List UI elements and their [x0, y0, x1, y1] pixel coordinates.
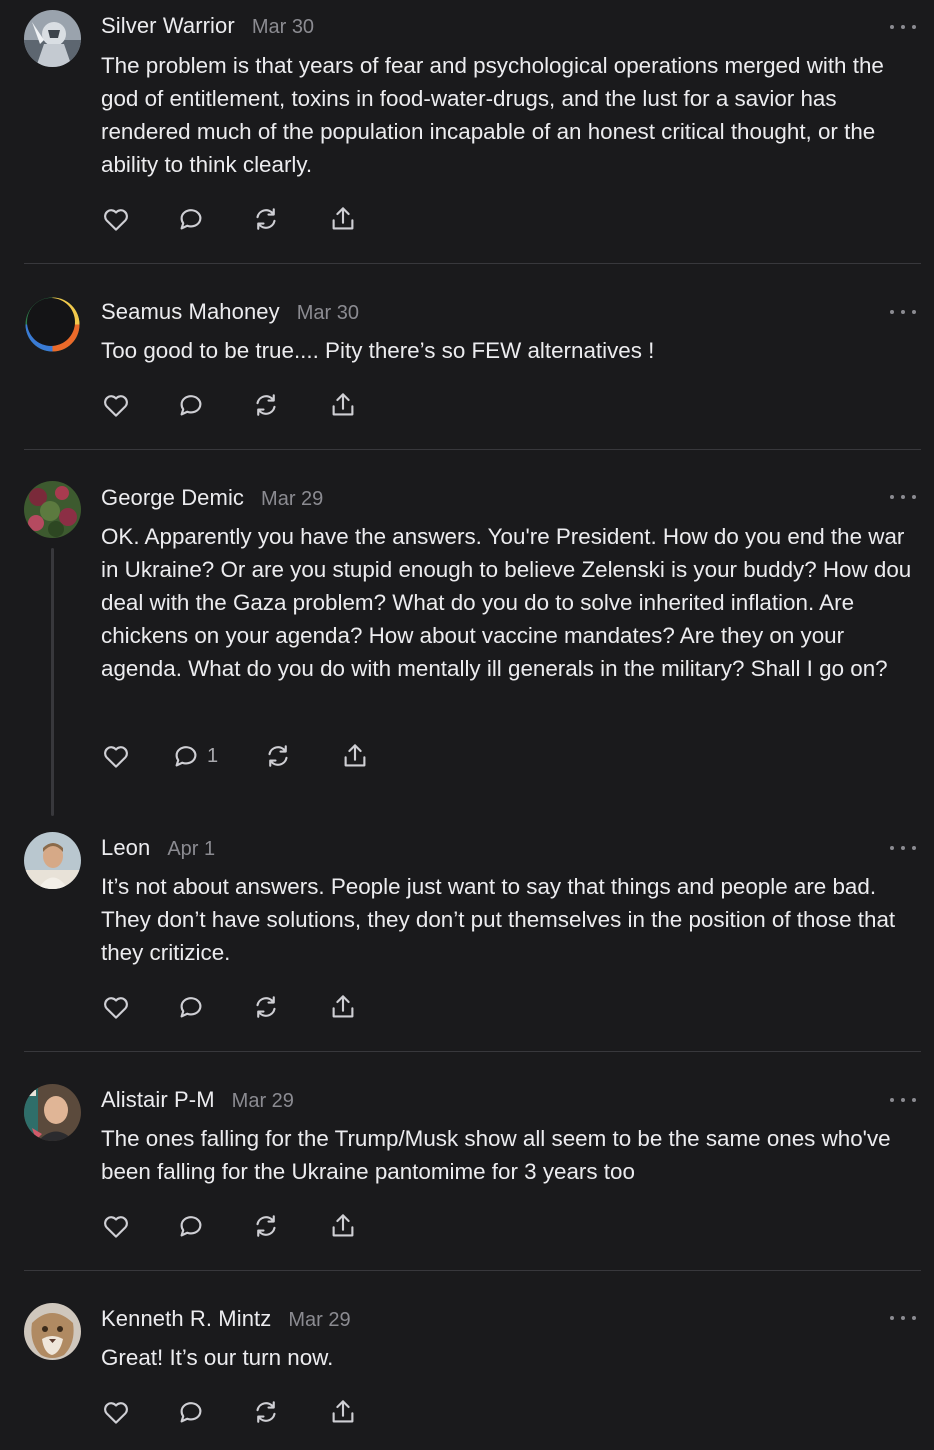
- more-options-icon[interactable]: [890, 306, 916, 318]
- comment-date[interactable]: Mar 29: [232, 1090, 294, 1113]
- more-options-icon[interactable]: [890, 1312, 916, 1324]
- share-icon: [328, 1211, 358, 1241]
- restack-button[interactable]: [251, 1211, 281, 1241]
- comment-bubble-icon: [171, 741, 201, 771]
- comment-bubble-icon: [176, 992, 206, 1022]
- more-options-icon[interactable]: [890, 1094, 916, 1106]
- like-button[interactable]: [101, 992, 131, 1022]
- restack-icon: [263, 741, 293, 771]
- avatar[interactable]: [24, 481, 81, 538]
- restack-button[interactable]: [251, 390, 281, 420]
- comment-date[interactable]: Apr 1: [167, 838, 215, 861]
- restack-button[interactable]: [263, 741, 293, 771]
- author-name[interactable]: Kenneth R. Mintz: [101, 1306, 271, 1332]
- restack-icon: [251, 1211, 281, 1241]
- divider: [24, 1051, 921, 1052]
- share-icon: [328, 992, 358, 1022]
- divider: [24, 1270, 921, 1271]
- author-name[interactable]: Alistair P-M: [101, 1087, 215, 1113]
- restack-icon: [251, 390, 281, 420]
- reply-button[interactable]: [176, 390, 206, 420]
- divider: [24, 449, 921, 450]
- reply-button[interactable]: 1: [171, 741, 218, 771]
- divider: [24, 263, 921, 264]
- heart-icon: [101, 1397, 131, 1427]
- reply-button[interactable]: [176, 992, 206, 1022]
- heart-icon: [101, 1211, 131, 1241]
- share-button[interactable]: [328, 390, 358, 420]
- restack-button[interactable]: [251, 1397, 281, 1427]
- avatar[interactable]: [24, 296, 81, 353]
- comment-bubble-icon: [176, 390, 206, 420]
- comment-text: Great! It’s our turn now.: [101, 1345, 334, 1370]
- share-button[interactable]: [328, 1397, 358, 1427]
- heart-icon: [101, 992, 131, 1022]
- share-icon: [340, 741, 370, 771]
- comment-date[interactable]: Mar 30: [297, 302, 359, 325]
- share-icon: [328, 390, 358, 420]
- comment-bubble-icon: [176, 204, 206, 234]
- like-button[interactable]: [101, 204, 131, 234]
- author-name[interactable]: Seamus Mahoney: [101, 299, 280, 325]
- reply-button[interactable]: [176, 1397, 206, 1427]
- share-button[interactable]: [340, 741, 370, 771]
- comment-date[interactable]: Mar 29: [261, 488, 323, 511]
- like-button[interactable]: [101, 741, 131, 771]
- restack-icon: [251, 1397, 281, 1427]
- share-button[interactable]: [328, 992, 358, 1022]
- avatar[interactable]: [24, 1303, 81, 1360]
- comment-date[interactable]: Mar 30: [252, 16, 314, 39]
- avatar[interactable]: [24, 1084, 81, 1141]
- comment-text: The ones falling for the Trump/Musk show…: [101, 1126, 891, 1185]
- reply-button[interactable]: [176, 1211, 206, 1241]
- like-button[interactable]: [101, 390, 131, 420]
- comment-bubble-icon: [176, 1211, 206, 1241]
- comment-text: OK. Apparently you have the answers. You…: [101, 524, 912, 682]
- more-options-icon[interactable]: [890, 21, 916, 33]
- restack-icon: [251, 204, 281, 234]
- reply-count: 1: [207, 744, 219, 767]
- comment-text: It’s not about answers. People just want…: [101, 874, 896, 966]
- share-button[interactable]: [328, 1211, 358, 1241]
- restack-button[interactable]: [251, 992, 281, 1022]
- restack-button[interactable]: [251, 204, 281, 234]
- reply-button[interactable]: [176, 204, 206, 234]
- author-name[interactable]: George Demic: [101, 485, 244, 511]
- like-button[interactable]: [101, 1211, 131, 1241]
- share-button[interactable]: [328, 204, 358, 234]
- thread-line: [51, 548, 54, 816]
- heart-icon: [101, 390, 131, 420]
- share-icon: [328, 204, 358, 234]
- like-button[interactable]: [101, 1397, 131, 1427]
- more-options-icon[interactable]: [890, 491, 916, 503]
- share-icon: [328, 1397, 358, 1427]
- heart-icon: [101, 741, 131, 771]
- heart-icon: [101, 204, 131, 234]
- author-name[interactable]: Silver Warrior: [101, 13, 235, 39]
- more-options-icon[interactable]: [890, 842, 916, 854]
- comment-text: The problem is that years of fear and ps…: [101, 53, 884, 178]
- avatar[interactable]: [24, 832, 81, 889]
- author-name[interactable]: Leon: [101, 835, 150, 861]
- comment-date[interactable]: Mar 29: [288, 1309, 350, 1332]
- avatar[interactable]: [24, 10, 81, 67]
- comment-bubble-icon: [176, 1397, 206, 1427]
- restack-icon: [251, 992, 281, 1022]
- comment-text: Too good to be true.... Pity there’s so …: [101, 338, 655, 363]
